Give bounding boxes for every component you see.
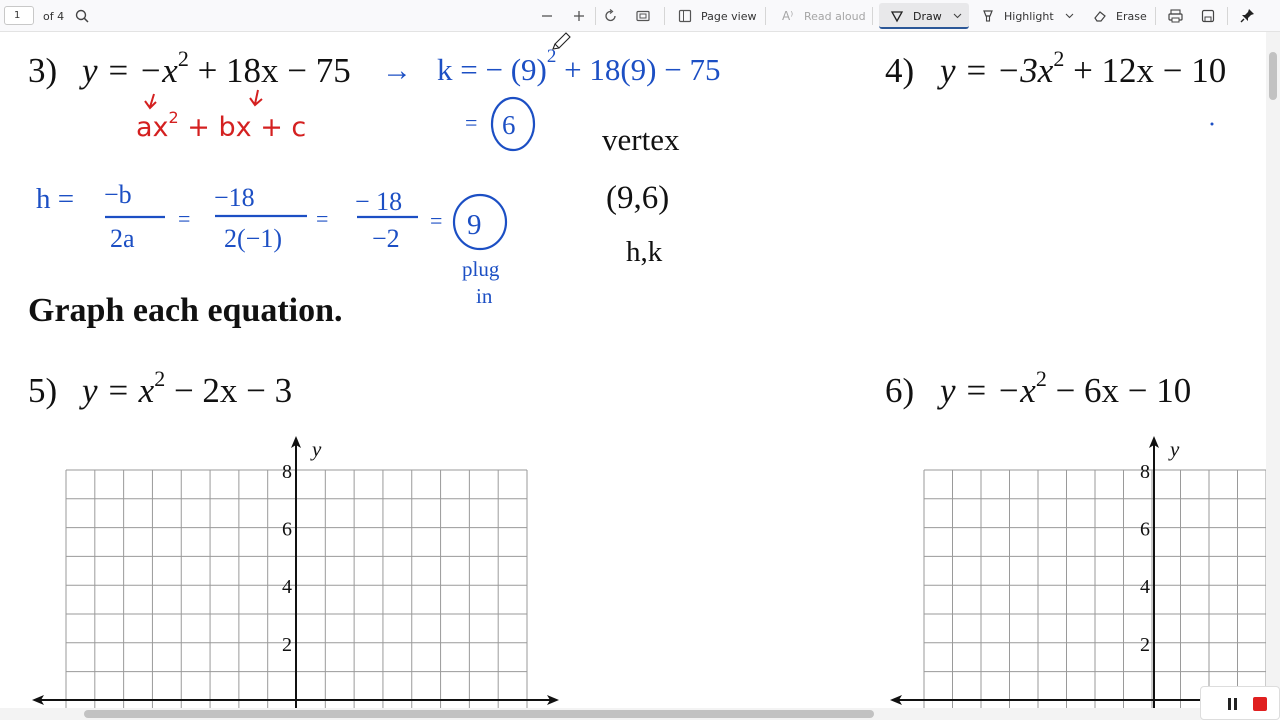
hw-in: in	[476, 284, 493, 308]
problem-4-equation: y = −3x2 + 12x − 10	[937, 46, 1226, 90]
hw-plug: plug	[462, 257, 500, 281]
graph-grid-5: y8 6 4 2	[32, 436, 559, 708]
hw-equals-3: =	[430, 208, 442, 233]
problem-6-equation: y = −x2 − 6x − 10	[937, 366, 1191, 410]
hw-vertex-point: (9,6)	[606, 180, 669, 216]
pdf-page[interactable]: 3) y = −x2 + 18x − 75 4) y = −3x2 + 12x …	[0, 32, 1266, 708]
y-tick-label: 4	[1140, 576, 1150, 598]
search-icon[interactable]	[75, 9, 89, 23]
fit-page-icon[interactable]	[636, 9, 650, 23]
hw-h-num-3: − 18	[355, 187, 402, 216]
hw-equals-2: =	[316, 206, 328, 231]
hw-red-arrow	[249, 89, 263, 107]
hw-k-expression: k = − (9)2 + 18(9) − 75	[437, 46, 721, 87]
vertical-scrollbar[interactable]	[1266, 32, 1280, 708]
read-aloud-icon: A⁾	[782, 9, 794, 23]
hw-h-num-1: −b	[104, 180, 132, 209]
hw-vertex-hk: h,k	[626, 236, 663, 268]
problem-5-number: 5)	[28, 371, 57, 410]
hw-equals-1: =	[178, 206, 190, 231]
horizontal-scroll-thumb[interactable]	[84, 710, 874, 718]
y-tick-label: 6	[282, 519, 292, 541]
erase-button[interactable]: Erase	[1116, 10, 1147, 23]
pin-icon[interactable]	[1240, 8, 1255, 23]
recording-controls	[1200, 686, 1280, 720]
highlight-button[interactable]: Highlight	[1004, 10, 1054, 23]
problem-6-number: 6)	[885, 371, 914, 410]
hw-standard-form: ax2 + bx + c	[136, 108, 306, 143]
y-axis-label: y	[310, 437, 322, 461]
draw-icon	[890, 11, 904, 23]
hw-h-den-1: 2a	[110, 224, 135, 253]
stop-icon[interactable]	[1253, 697, 1267, 711]
graph-grid-6: y8 6 4 2	[890, 436, 1266, 708]
y-tick-label: 8	[282, 461, 292, 483]
pause-icon[interactable]	[1227, 697, 1239, 711]
hw-h-num-2: −18	[214, 183, 255, 212]
problem-5-equation: y = x2 − 2x − 3	[79, 366, 292, 410]
chevron-down-icon[interactable]	[953, 13, 962, 19]
hw-k-equals: =	[465, 110, 477, 135]
y-axis-label: y	[1168, 437, 1180, 461]
hw-arrow: →	[382, 54, 412, 87]
page-number-input[interactable]: 1	[4, 6, 34, 25]
hw-h-den-3: −2	[372, 224, 400, 253]
read-aloud-button[interactable]: Read aloud	[804, 10, 866, 23]
vertical-scroll-thumb[interactable]	[1269, 52, 1277, 100]
horizontal-scrollbar[interactable]	[0, 708, 1266, 720]
highlight-icon	[983, 10, 993, 22]
print-icon[interactable]	[1168, 9, 1183, 23]
section-title: Graph each equation.	[28, 292, 343, 329]
chevron-down-icon[interactable]	[1065, 13, 1074, 19]
y-tick-label: 4	[282, 576, 292, 598]
pdf-toolbar: 1 of 4 Page view A⁾ Read aloud Draw High…	[0, 0, 1280, 32]
problem-3-number: 3)	[28, 51, 57, 90]
problem-4-number: 4)	[885, 51, 914, 90]
eraser-icon	[1094, 11, 1106, 22]
y-tick-label: 2	[1140, 634, 1150, 656]
hw-h-value: 9	[467, 209, 482, 241]
problem-3-equation: y = −x2 + 18x − 75	[79, 46, 351, 90]
y-tick-label: 6	[1140, 519, 1150, 541]
save-icon[interactable]	[1201, 9, 1215, 23]
page-view-icon[interactable]	[678, 9, 692, 23]
y-tick-label: 8	[1140, 461, 1150, 483]
hw-dot	[1210, 122, 1214, 126]
draw-label: Draw	[913, 10, 942, 23]
hw-vertex-label: vertex	[602, 122, 680, 157]
hw-red-arrow	[144, 93, 157, 110]
page-count: of 4	[43, 10, 65, 23]
hw-k-value: 6	[502, 110, 516, 140]
zoom-in-icon[interactable]	[572, 9, 586, 23]
rotate-icon[interactable]	[604, 9, 618, 23]
zoom-out-icon[interactable]	[540, 9, 554, 23]
hw-h-den-2: 2(−1)	[224, 224, 282, 253]
y-tick-label: 2	[282, 634, 292, 656]
page-view-button[interactable]: Page view	[701, 10, 756, 23]
hw-h-lhs: h =	[36, 183, 74, 215]
